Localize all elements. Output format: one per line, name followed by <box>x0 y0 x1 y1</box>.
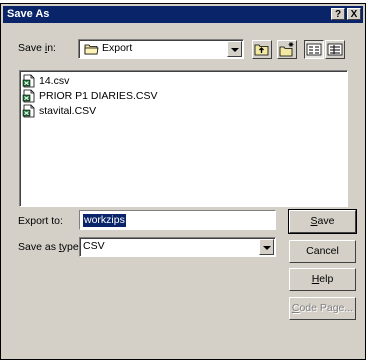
list-view-icon <box>306 43 322 56</box>
code-page-button[interactable]: Code Page... <box>289 297 356 320</box>
save-in-label: Save in: <box>18 42 56 54</box>
file-name: 14.csv <box>39 75 70 87</box>
save-as-type-label: Save as type: <box>18 241 82 253</box>
up-one-level-icon <box>254 44 269 56</box>
new-folder-icon <box>279 42 294 57</box>
folder-icon <box>84 44 99 55</box>
close-button[interactable]: X <box>347 8 361 20</box>
excel-csv-icon <box>22 104 35 118</box>
save-as-type-dropdown-button[interactable] <box>259 239 274 255</box>
save-as-type-dropdown[interactable]: CSV <box>79 237 276 257</box>
details-view-icon <box>327 43 343 56</box>
chevron-down-icon <box>231 48 239 52</box>
details-view-button[interactable] <box>325 40 345 59</box>
list-view-button[interactable] <box>304 40 324 59</box>
file-name: stavital.CSV <box>39 105 97 117</box>
save-in-value: Export <box>102 42 133 54</box>
question-mark-icon: ? <box>334 9 342 20</box>
save-in-dropdown[interactable]: Export <box>78 39 244 59</box>
cancel-button[interactable]: Cancel <box>289 240 356 263</box>
excel-csv-icon <box>22 89 35 103</box>
file-name: PRIOR P1 DIARIES.CSV <box>39 90 158 102</box>
up-one-level-button[interactable] <box>252 40 272 59</box>
dialog-title: Save As <box>7 8 50 20</box>
save-as-type-value: CSV <box>83 240 105 252</box>
excel-csv-icon <box>22 74 35 88</box>
export-to-input[interactable]: workzips <box>79 210 276 230</box>
help-button[interactable]: Help <box>289 268 356 291</box>
file-list[interactable]: 14.csv PRIOR P1 DIARIES.CSV stavital.CSV <box>19 70 348 207</box>
title-bar: Save As ? X <box>3 6 363 23</box>
new-folder-button[interactable] <box>277 40 297 59</box>
save-button[interactable]: Save <box>288 209 357 234</box>
save-as-dialog: Save As ? X Save in: Export 14.csv PRIOR… <box>0 3 366 360</box>
export-to-value: workzips <box>83 214 126 227</box>
save-in-dropdown-button[interactable] <box>227 41 242 57</box>
chevron-down-icon <box>263 246 271 250</box>
close-icon: X <box>350 9 358 20</box>
export-to-label: Export to: <box>18 215 63 227</box>
help-title-button[interactable]: ? <box>331 8 345 20</box>
